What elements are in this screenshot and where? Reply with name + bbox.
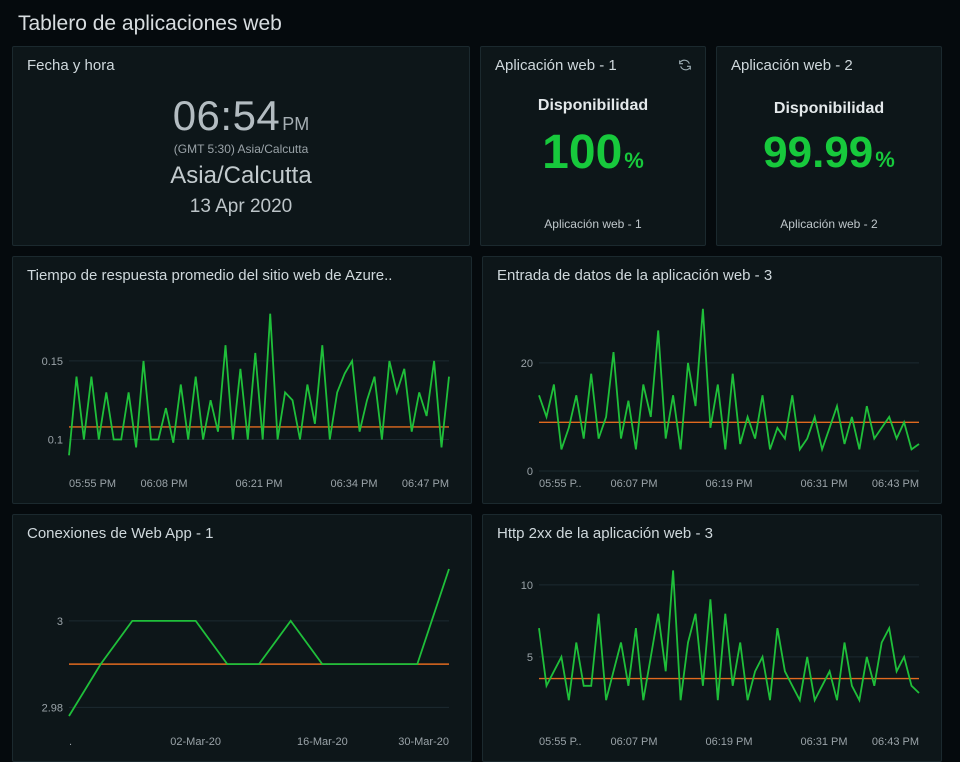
date-value: 13 Apr 2020 xyxy=(190,196,292,218)
svg-text:06:43 PM: 06:43 PM xyxy=(872,478,919,490)
svg-text:5: 5 xyxy=(527,652,533,664)
chart-panel-connections: Conexiones de Web App - 1 2.98 3. 02-Mar-2… xyxy=(12,514,472,762)
chart-title-data-in: Entrada de datos de la aplicación web - … xyxy=(497,267,927,284)
availability-footer-2: Aplicación web - 2 xyxy=(731,217,927,231)
time-meridiem: PM xyxy=(282,114,309,134)
svg-text:06:34 PM: 06:34 PM xyxy=(330,478,377,490)
svg-text:06:07 PM: 06:07 PM xyxy=(610,736,657,748)
svg-text:02-Mar-20: 02-Mar-20 xyxy=(170,736,221,748)
availability-unit-1: % xyxy=(624,148,644,173)
svg-text:16-Mar-20: 16-Mar-20 xyxy=(297,736,348,748)
availability-unit-2: % xyxy=(875,147,895,172)
svg-text:20: 20 xyxy=(521,358,533,370)
time-value: 06:54 xyxy=(173,92,281,139)
availability-value-2: 99.99 xyxy=(763,128,873,177)
chart-panel-http2xx: Http 2xx de la aplicación web - 3 5 10 05:… xyxy=(482,514,942,762)
svg-text:.: . xyxy=(69,736,72,748)
dashboard-title: Tablero de aplicaciones web xyxy=(12,8,948,46)
availability-label-1: Disponibilidad xyxy=(538,97,648,115)
svg-text:06:31 PM: 06:31 PM xyxy=(800,736,847,748)
svg-text:06:08 PM: 06:08 PM xyxy=(140,478,187,490)
chart-title-http2xx: Http 2xx de la aplicación web - 3 xyxy=(497,525,927,542)
datetime-panel: Fecha y hora 06:54PM (GMT 5:30) Asia/Cal… xyxy=(12,46,470,246)
availability-panel-2: Aplicación web - 2 Disponibilidad 99.99%… xyxy=(716,46,942,246)
svg-text:06:47 PM: 06:47 PM xyxy=(402,478,449,490)
availability-value-1: 100 xyxy=(542,126,622,179)
svg-text:0.1: 0.1 xyxy=(48,435,63,447)
svg-text:06:43 PM: 06:43 PM xyxy=(872,736,919,748)
panel-title-avail1: Aplicación web - 1 xyxy=(495,57,691,74)
svg-text:0: 0 xyxy=(527,466,533,478)
chart-panel-response-time: Tiempo de respuesta promedio del sitio w… xyxy=(12,256,472,504)
svg-text:05:55 PM: 05:55 PM xyxy=(69,478,116,490)
refresh-icon[interactable] xyxy=(677,57,693,73)
svg-text:2.98: 2.98 xyxy=(42,702,63,714)
availability-footer-1: Aplicación web - 1 xyxy=(495,217,691,231)
availability-label-2: Disponibilidad xyxy=(774,100,884,118)
chart-panel-data-in: Entrada de datos de la aplicación web - … xyxy=(482,256,942,504)
svg-text:06:31 PM: 06:31 PM xyxy=(800,478,847,490)
svg-text:3: 3 xyxy=(57,616,63,628)
svg-text:05:55 P..: 05:55 P.. xyxy=(539,736,582,748)
availability-panel-1: Aplicación web - 1 Disponibilidad 100% A… xyxy=(480,46,706,246)
timezone-offset: (GMT 5:30) Asia/Calcutta xyxy=(174,142,309,156)
timezone-name: Asia/Calcutta xyxy=(170,162,311,190)
svg-text:0.15: 0.15 xyxy=(42,356,63,368)
svg-text:10: 10 xyxy=(521,580,533,592)
svg-text:06:19 PM: 06:19 PM xyxy=(705,736,752,748)
svg-text:06:19 PM: 06:19 PM xyxy=(705,478,752,490)
chart-title-connections: Conexiones de Web App - 1 xyxy=(27,525,457,542)
svg-text:30-Mar-20: 30-Mar-20 xyxy=(398,736,449,748)
svg-text:05:55 P..: 05:55 P.. xyxy=(539,478,582,490)
chart-title-response-time: Tiempo de respuesta promedio del sitio w… xyxy=(27,267,457,284)
panel-title-datetime: Fecha y hora xyxy=(27,57,455,74)
panel-title-avail2: Aplicación web - 2 xyxy=(731,57,927,74)
svg-text:06:07 PM: 06:07 PM xyxy=(610,478,657,490)
svg-text:06:21 PM: 06:21 PM xyxy=(235,478,282,490)
